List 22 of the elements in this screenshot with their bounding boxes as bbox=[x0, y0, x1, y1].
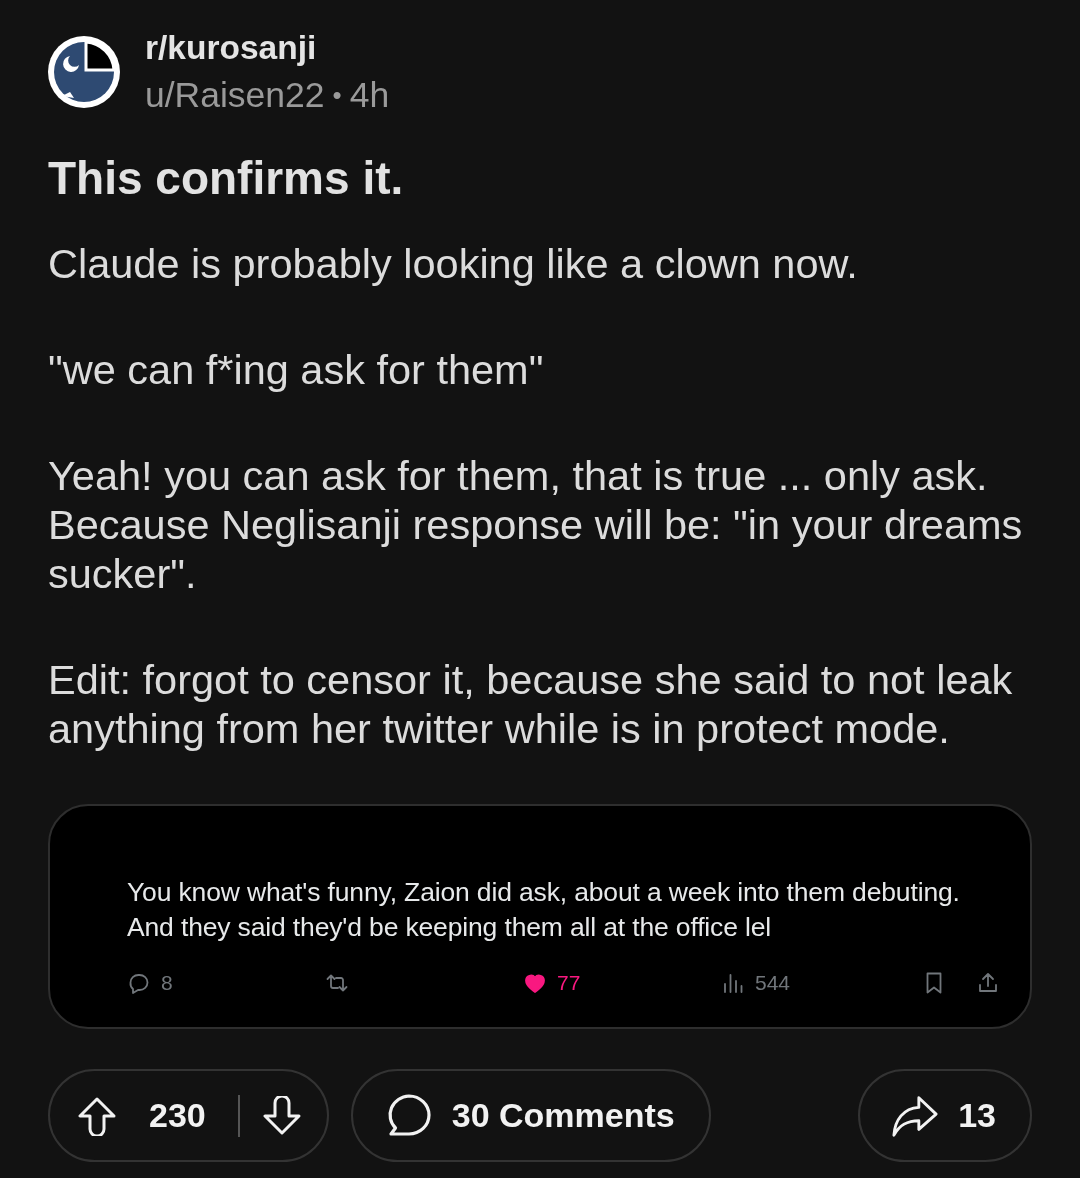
views-count: 544 bbox=[755, 971, 791, 995]
body-paragraph: Claude is probably looking like a clown now. bbox=[48, 239, 859, 288]
like-count: 77 bbox=[557, 971, 581, 995]
upvote-arrow-icon[interactable] bbox=[77, 1095, 117, 1136]
separator-dot: • bbox=[332, 79, 342, 112]
embedded-screenshot[interactable]: You know what's funny, Zaion did ask, about a week into them debuting. And they said they'd be keeping them all at the office lel 8 77 544 bbox=[48, 804, 1032, 1029]
community-name[interactable]: r/kurosanji bbox=[145, 29, 390, 67]
tweet-text: You know what's funny, Zaion did ask, about a week into them debuting. And they said they'd be keeping them all at the office lel bbox=[127, 876, 961, 944]
downvote-arrow-icon[interactable] bbox=[261, 1095, 302, 1136]
reply-count: 8 bbox=[161, 971, 173, 995]
post-title: This confirms it. bbox=[48, 151, 405, 205]
share-icon bbox=[976, 971, 1000, 995]
share-button[interactable]: 13 bbox=[858, 1069, 1032, 1162]
bar-chart-icon bbox=[721, 971, 745, 995]
community-avatar-icon[interactable] bbox=[48, 36, 120, 108]
body-paragraph: Edit: forgot to censor it, because she said to not leak anything from her twitter while is in protect mode. bbox=[48, 655, 1014, 753]
author-name[interactable]: u/Raisen22 bbox=[145, 75, 325, 115]
vote-score: 230 bbox=[149, 1096, 206, 1135]
post-age: 4h bbox=[349, 75, 390, 115]
body-paragraph: Yeah! you can ask for them, that is true ... only ask. Because Neglisanji response will be: "in your dreams sucker". bbox=[48, 451, 1024, 598]
comments-button[interactable]: 30 Comments bbox=[350, 1069, 711, 1162]
body-paragraph: "we can f*ing ask for them" bbox=[48, 345, 545, 394]
